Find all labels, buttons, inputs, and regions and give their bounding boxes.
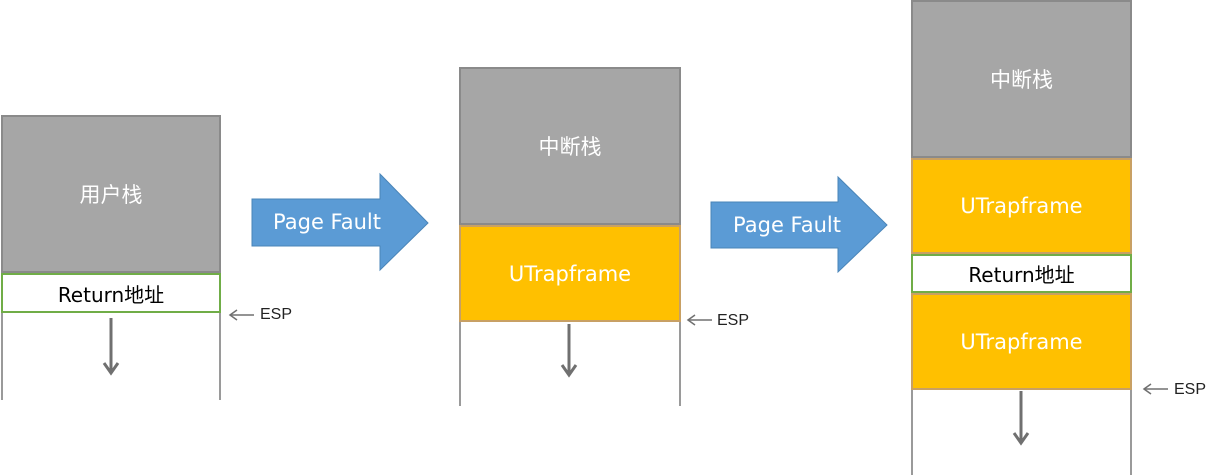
- esp-pointer-1: [228, 309, 254, 321]
- stack-wall-right-1: [219, 313, 221, 400]
- utrapframe-block-bottom: UTrapframe: [911, 293, 1132, 390]
- down-arrow-1: [102, 318, 120, 376]
- interrupt-stack-block: 中断栈: [459, 67, 681, 225]
- utrapframe-block: UTrapframe: [459, 225, 681, 322]
- stack-wall-left-3: [911, 390, 913, 475]
- esp-label-1: ESP: [260, 306, 293, 323]
- stack-wall-right-2: [679, 322, 681, 406]
- esp-label-3: ESP: [1174, 381, 1207, 398]
- interrupt-stack-block-3: 中断栈: [911, 0, 1132, 158]
- esp-pointer-3: [1142, 383, 1168, 395]
- page-fault-label-2: Page Fault: [733, 213, 841, 237]
- esp-pointer-2: [686, 314, 712, 326]
- utrapframe-block-top: UTrapframe: [911, 158, 1132, 254]
- user-stack-block: 用户栈: [1, 115, 221, 273]
- down-arrow-3: [1012, 391, 1030, 446]
- page-fault-label-1: Page Fault: [273, 210, 381, 234]
- esp-label-2: ESP: [717, 312, 750, 329]
- stack-wall-left-1: [1, 313, 3, 400]
- stack-wall-left-2: [459, 322, 461, 406]
- stack-wall-right-3: [1130, 390, 1132, 475]
- return-address-block-3: Return地址: [911, 254, 1132, 293]
- down-arrow-2: [560, 324, 578, 378]
- return-address-block: Return地址: [1, 273, 221, 313]
